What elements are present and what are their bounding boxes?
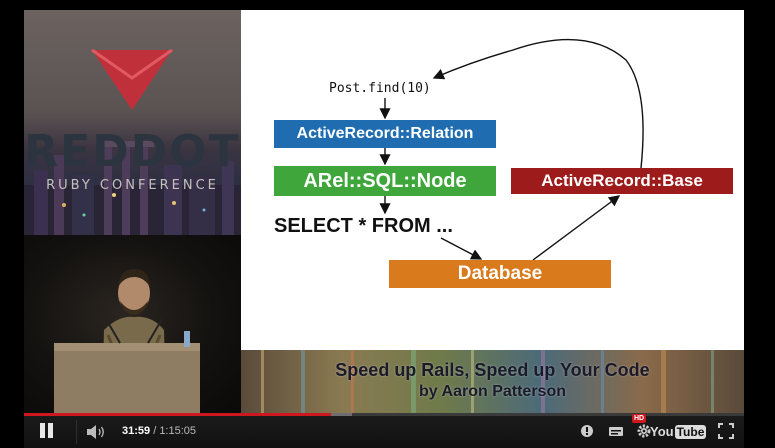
- youtube-logo[interactable]: You Tube: [650, 424, 707, 439]
- youtube-logo-you: You: [650, 424, 674, 439]
- volume-icon: [87, 425, 104, 439]
- activerecord-relation-box: ActiveRecord::Relation: [274, 120, 496, 148]
- video-player[interactable]: REDDOT RUBY CONFERENCE Post.find(10) Act…: [0, 0, 775, 448]
- fullscreen-icon: [718, 423, 734, 439]
- sql-select-text: SELECT * FROM ...: [274, 215, 453, 237]
- ruby-gem-logo: [91, 48, 173, 110]
- code-call-label: Post.find(10): [329, 81, 431, 96]
- captions-icon: [609, 427, 623, 436]
- database-box: Database: [389, 260, 611, 288]
- activerecord-base-box: ActiveRecord::Base: [511, 168, 733, 194]
- fullscreen-button[interactable]: [718, 423, 734, 444]
- talk-speaker: by Aaron Patterson: [419, 383, 566, 400]
- time-display: 31:59 / 1:15:05: [122, 425, 196, 437]
- time-separator: /: [150, 425, 160, 437]
- controls-divider: [76, 420, 77, 444]
- annotations-icon: [581, 425, 593, 437]
- speaker-image: [54, 269, 200, 413]
- pause-icon: [40, 423, 45, 438]
- conference-branding-panel: REDDOT RUBY CONFERENCE: [24, 10, 241, 235]
- video-frame[interactable]: REDDOT RUBY CONFERENCE Post.find(10) Act…: [24, 10, 744, 413]
- current-time: 31:59: [122, 425, 151, 437]
- annotations-button[interactable]: [580, 423, 594, 444]
- speaker-camera-feed: [24, 235, 241, 413]
- volume-button[interactable]: [86, 424, 108, 440]
- talk-title: Speed up Rails, Speed up Your Code: [335, 360, 650, 380]
- presentation-slide: Post.find(10) ActiveRecord::Relation ARe…: [241, 10, 744, 350]
- youtube-logo-tube: Tube: [674, 425, 707, 439]
- pause-icon-bar: [48, 423, 53, 438]
- arel-sql-node-box: ARel::SQL::Node: [274, 166, 496, 196]
- duration: 1:15:05: [159, 425, 197, 437]
- conference-title: REDDOT: [24, 126, 241, 177]
- talk-title-banner: Speed up Rails, Speed up Your Code by Aa…: [241, 350, 744, 413]
- player-controls: 31:59 / 1:15:05 HD You Tube: [24, 414, 744, 448]
- conference-subtitle: RUBY CONFERENCE: [46, 178, 219, 193]
- hd-badge: HD: [632, 414, 647, 423]
- pause-button[interactable]: [38, 423, 56, 440]
- captions-button[interactable]: [608, 423, 624, 444]
